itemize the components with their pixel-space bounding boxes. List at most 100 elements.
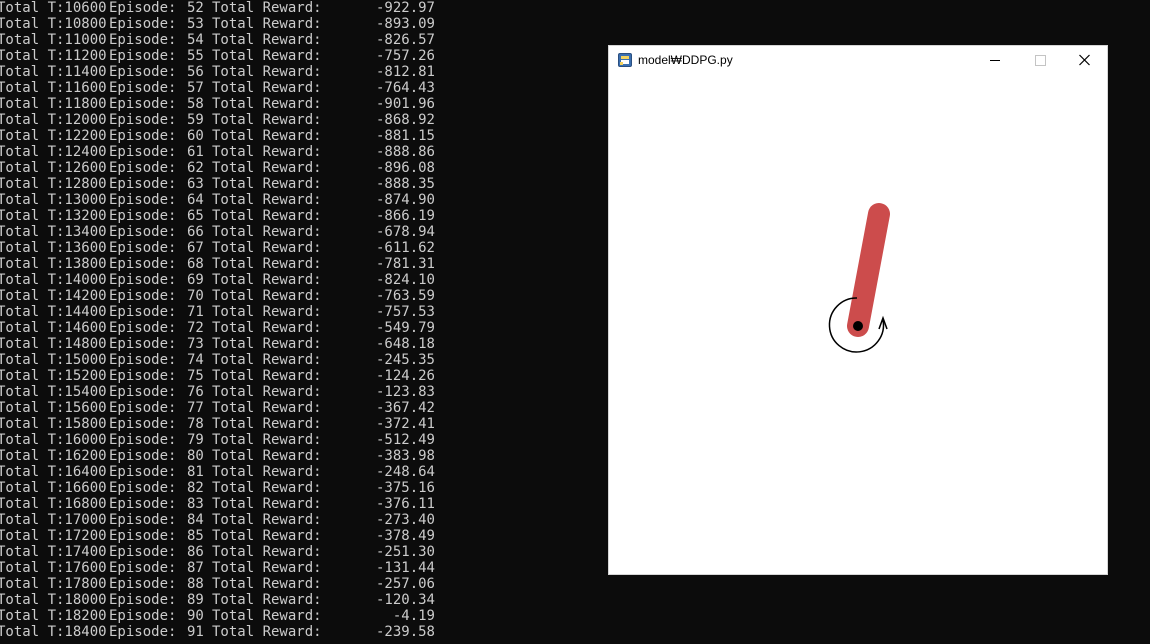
reward-value: -922.97 [375, 0, 435, 16]
episode-label: Episode: [109, 464, 177, 480]
reward-label: Total Reward: [212, 80, 322, 96]
episode-label: Episode: [109, 16, 177, 32]
episode-label: Episode: [109, 368, 177, 384]
window-title: model₩DDPG.py [638, 53, 733, 67]
episode-number: 68 [187, 256, 204, 272]
reward-value: -678.94 [375, 224, 435, 240]
window-titlebar[interactable]: model₩DDPG.py [609, 46, 1107, 76]
episode-label: Episode: [109, 64, 177, 80]
episode-label: Episode: [109, 448, 177, 464]
maximize-button[interactable] [1017, 46, 1062, 75]
episode-number: 91 [187, 624, 204, 640]
total-t: Total T:16600 [0, 480, 107, 496]
episode-label: Episode: [109, 400, 177, 416]
total-t: Total T:17000 [0, 512, 107, 528]
episode-number: 77 [187, 400, 204, 416]
reward-value: -376.11 [375, 496, 435, 512]
total-t: Total T:15200 [0, 368, 107, 384]
total-t: Total T:16200 [0, 448, 107, 464]
episode-label: Episode: [109, 560, 177, 576]
reward-value: -648.18 [375, 336, 435, 352]
episode-number: 65 [187, 208, 204, 224]
total-t: Total T:17200 [0, 528, 107, 544]
reward-label: Total Reward: [212, 32, 322, 48]
render-window[interactable]: model₩DDPG.py [608, 45, 1108, 575]
reward-value: -896.08 [375, 160, 435, 176]
close-button[interactable] [1062, 46, 1107, 75]
reward-value: -245.35 [375, 352, 435, 368]
episode-label: Episode: [109, 544, 177, 560]
reward-label: Total Reward: [212, 288, 322, 304]
episode-number: 53 [187, 16, 204, 32]
minimize-button[interactable] [972, 46, 1017, 75]
episode-label: Episode: [109, 288, 177, 304]
reward-value: -888.86 [375, 144, 435, 160]
reward-label: Total Reward: [212, 256, 322, 272]
total-t: Total T:15000 [0, 352, 107, 368]
reward-label: Total Reward: [212, 128, 322, 144]
minimize-icon [990, 60, 1000, 61]
episode-label: Episode: [109, 480, 177, 496]
maximize-icon [1035, 55, 1046, 66]
total-t: Total T:11600 [0, 80, 107, 96]
reward-label: Total Reward: [212, 368, 322, 384]
episode-label: Episode: [109, 432, 177, 448]
episode-number: 61 [187, 144, 204, 160]
reward-value: -367.42 [375, 400, 435, 416]
episode-number: 72 [187, 320, 204, 336]
reward-label: Total Reward: [212, 48, 322, 64]
episode-label: Episode: [109, 48, 177, 64]
total-t: Total T:14000 [0, 272, 107, 288]
episode-label: Episode: [109, 96, 177, 112]
reward-value: -124.26 [375, 368, 435, 384]
total-t: Total T:17600 [0, 560, 107, 576]
reward-label: Total Reward: [212, 592, 322, 608]
total-t: Total T:16400 [0, 464, 107, 480]
python-icon [618, 53, 632, 67]
reward-value: -248.64 [375, 464, 435, 480]
episode-number: 70 [187, 288, 204, 304]
total-t: Total T:17400 [0, 544, 107, 560]
episode-label: Episode: [109, 608, 177, 624]
episode-label: Episode: [109, 352, 177, 368]
episode-number: 67 [187, 240, 204, 256]
reward-label: Total Reward: [212, 480, 322, 496]
reward-label: Total Reward: [212, 528, 322, 544]
episode-label: Episode: [109, 272, 177, 288]
reward-label: Total Reward: [212, 496, 322, 512]
reward-label: Total Reward: [212, 112, 322, 128]
reward-label: Total Reward: [212, 0, 322, 16]
reward-label: Total Reward: [212, 336, 322, 352]
reward-label: Total Reward: [212, 624, 322, 640]
episode-label: Episode: [109, 336, 177, 352]
episode-number: 81 [187, 464, 204, 480]
total-t: Total T:14400 [0, 304, 107, 320]
reward-label: Total Reward: [212, 176, 322, 192]
reward-value: -874.90 [375, 192, 435, 208]
reward-value: -123.83 [375, 384, 435, 400]
episode-number: 58 [187, 96, 204, 112]
reward-value: -549.79 [375, 320, 435, 336]
reward-label: Total Reward: [212, 432, 322, 448]
pendulum-pole [847, 203, 890, 337]
reward-value: -888.35 [375, 176, 435, 192]
reward-label: Total Reward: [212, 192, 322, 208]
episode-label: Episode: [109, 208, 177, 224]
episode-label: Episode: [109, 176, 177, 192]
episode-label: Episode: [109, 416, 177, 432]
total-t: Total T:11800 [0, 96, 107, 112]
reward-value: -120.34 [375, 592, 435, 608]
reward-value: -764.43 [375, 80, 435, 96]
episode-label: Episode: [109, 624, 177, 640]
total-t: Total T:13200 [0, 208, 107, 224]
episode-label: Episode: [109, 576, 177, 592]
episode-number: 56 [187, 64, 204, 80]
total-t: Total T:14800 [0, 336, 107, 352]
reward-label: Total Reward: [212, 544, 322, 560]
reward-label: Total Reward: [212, 208, 322, 224]
reward-label: Total Reward: [212, 64, 322, 80]
episode-number: 52 [187, 0, 204, 16]
reward-label: Total Reward: [212, 576, 322, 592]
episode-number: 90 [187, 608, 204, 624]
reward-value: -781.31 [375, 256, 435, 272]
